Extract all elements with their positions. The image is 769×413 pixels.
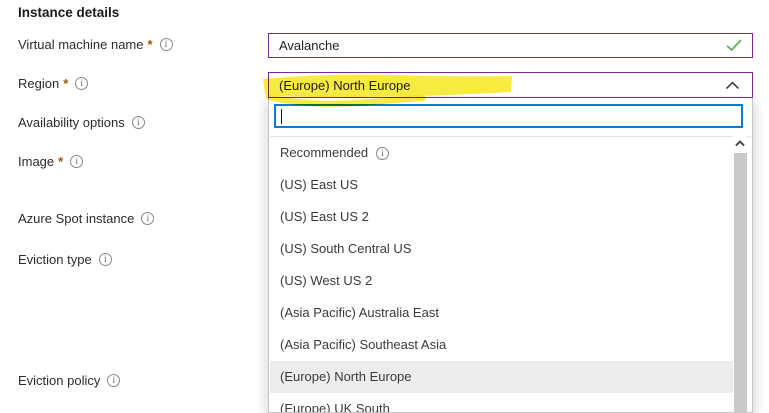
field-label-text: Eviction policy: [18, 373, 100, 388]
info-icon[interactable]: i: [132, 116, 145, 129]
region-options-list: Recommended i (US) East US (US) East US …: [270, 136, 751, 412]
field-label-region: Region * i: [18, 76, 88, 91]
dropdown-option-uk-south[interactable]: (Europe) UK South: [270, 393, 751, 412]
required-asterisk: *: [58, 154, 63, 169]
dropdown-option-east-us[interactable]: (US) East US: [270, 169, 751, 201]
field-label-text: Virtual machine name: [18, 37, 144, 52]
field-label-text: Image: [18, 154, 54, 169]
field-label-eviction-type: Eviction type i: [18, 252, 112, 267]
group-header-text: Recommended: [280, 137, 368, 169]
scroll-up-arrow-icon: [735, 140, 745, 147]
dropdown-option-south-central-us[interactable]: (US) South Central US: [270, 233, 751, 265]
dropdown-scrollbar[interactable]: [733, 135, 747, 412]
dropdown-option-west-us-2[interactable]: (US) West US 2: [270, 265, 751, 297]
dropdown-option-east-us-2[interactable]: (US) East US 2: [270, 201, 751, 233]
field-label-availability-options: Availability options i: [18, 115, 145, 130]
dropdown-group-header: Recommended i: [270, 137, 751, 169]
info-icon[interactable]: i: [141, 212, 154, 225]
info-icon[interactable]: i: [75, 77, 88, 90]
validation-check-icon: [726, 39, 742, 52]
field-label-azure-spot-instance: Azure Spot instance i: [18, 211, 154, 226]
field-label-text: Region: [18, 76, 59, 91]
scroll-up-arrow[interactable]: [733, 135, 747, 151]
virtual-machine-name-input[interactable]: Avalanche: [268, 33, 753, 58]
scrollbar-thumb[interactable]: [734, 153, 747, 412]
dropdown-option-australia-east[interactable]: (Asia Pacific) Australia East: [270, 297, 751, 329]
section-title: Instance details: [18, 5, 119, 20]
region-combobox[interactable]: (Europe) North Europe: [268, 72, 753, 98]
chevron-up-icon[interactable]: [725, 81, 740, 90]
info-icon[interactable]: i: [107, 374, 120, 387]
required-asterisk: *: [148, 37, 153, 52]
info-icon[interactable]: i: [160, 38, 173, 51]
info-icon[interactable]: i: [376, 147, 389, 160]
field-label-text: Eviction type: [18, 252, 92, 267]
field-label-image: Image * i: [18, 154, 83, 169]
field-label-text: Azure Spot instance: [18, 211, 134, 226]
virtual-machine-name-value: Avalanche: [279, 38, 726, 53]
dropdown-option-north-europe-selected[interactable]: (Europe) North Europe: [270, 361, 733, 393]
field-label-eviction-policy: Eviction policy i: [18, 373, 120, 388]
instance-details-form: Instance details Virtual machine name * …: [0, 0, 769, 413]
region-selected-value: (Europe) North Europe: [279, 78, 725, 93]
region-dropdown-panel: Recommended i (US) East US (US) East US …: [268, 98, 753, 413]
info-icon[interactable]: i: [70, 155, 83, 168]
region-search-input[interactable]: [274, 104, 743, 128]
info-icon[interactable]: i: [99, 253, 112, 266]
text-caret: [281, 109, 282, 124]
required-asterisk: *: [63, 76, 68, 91]
dropdown-option-southeast-asia[interactable]: (Asia Pacific) Southeast Asia: [270, 329, 751, 361]
field-label-virtual-machine-name: Virtual machine name * i: [18, 37, 173, 52]
field-label-text: Availability options: [18, 115, 125, 130]
